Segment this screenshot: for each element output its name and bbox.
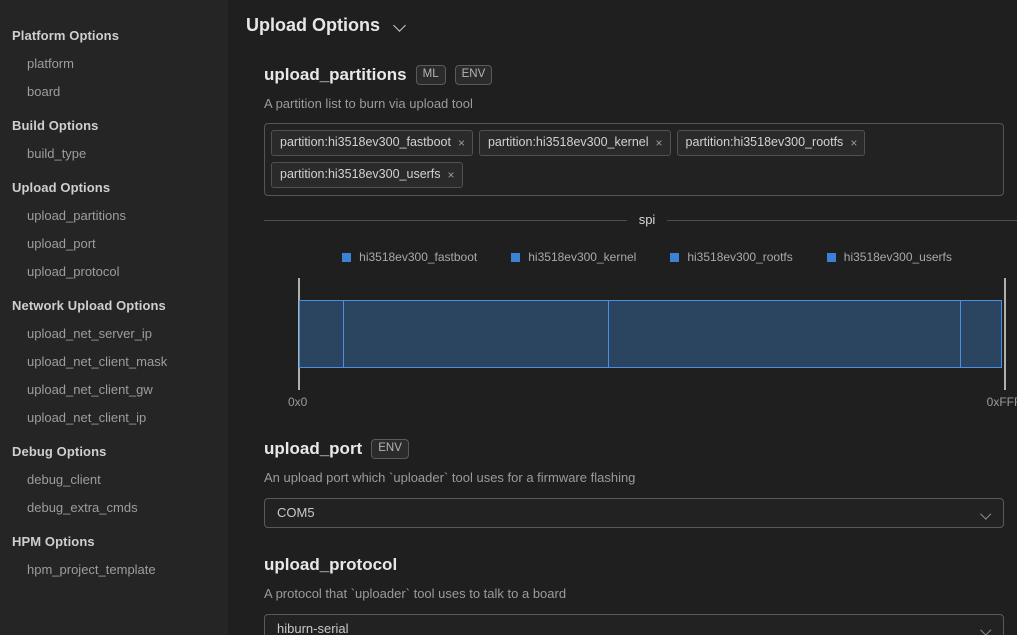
field-label: upload_partitions <box>264 65 407 84</box>
bar-segment-fastboot[interactable] <box>299 300 345 368</box>
legend-label: hi3518ev300_kernel <box>528 250 637 264</box>
sidebar-group-platform-options: Platform Options platform board <box>0 22 228 106</box>
legend-label: hi3518ev300_fastboot <box>359 250 478 264</box>
chevron-down-icon[interactable] <box>981 510 992 517</box>
field-description: An upload port which `uploader` tool use… <box>264 470 636 485</box>
sidebar-group-network-upload-options: Network Upload Options upload_net_server… <box>0 292 228 432</box>
field-upload-protocol: upload_protocol A protocol that `uploade… <box>246 554 1007 635</box>
upload-protocol-select[interactable]: hiburn-serial <box>264 614 1004 635</box>
close-icon[interactable]: × <box>458 137 465 149</box>
badge-env: ENV <box>371 439 409 459</box>
field-title-row: upload_partitions ML ENV <box>264 64 1007 86</box>
sidebar-item-upload-net-client-ip[interactable]: upload_net_client_ip <box>0 404 228 432</box>
tag-label: partition:hi3518ev300_userfs <box>280 167 441 181</box>
axis-label-end: 0xFFF... <box>986 395 1017 409</box>
chart-legend: hi3518ev300_fastboot hi3518ev300_kernel … <box>264 250 1017 265</box>
main-content: Upload Options upload_partitions ML ENV … <box>228 0 1017 635</box>
settings-window: Platform Options platform board Build Op… <box>0 0 1017 635</box>
sidebar-group-title: HPM Options <box>12 534 95 549</box>
field-title-row: upload_port ENV <box>264 438 1007 460</box>
page-title: Upload Options <box>246 15 380 35</box>
sidebar-group-title: Platform Options <box>12 28 120 43</box>
sidebar-item-hpm-project-template[interactable]: hpm_project_template <box>0 556 228 584</box>
chart-rule-left <box>264 219 627 221</box>
field-upload-partitions: upload_partitions ML ENV A partition lis… <box>246 64 1017 412</box>
legend-item-userfs[interactable]: hi3518ev300_userfs <box>826 250 952 265</box>
sidebar-item-upload-net-server-ip[interactable]: upload_net_server_ip <box>0 320 228 348</box>
bar-segment-kernel[interactable] <box>343 300 609 368</box>
chart-plot-area <box>264 278 1017 390</box>
bar-segment-rootfs[interactable] <box>607 300 961 368</box>
select-value: COM5 <box>277 505 315 520</box>
close-icon[interactable]: × <box>448 169 455 181</box>
field-description: A protocol that `uploader` tool uses to … <box>264 586 567 601</box>
upload-port-select[interactable]: COM5 <box>264 498 1004 528</box>
sidebar-item-upload-port[interactable]: upload_port <box>0 230 228 258</box>
bar-segment-userfs[interactable] <box>959 300 1002 368</box>
tag-partition-fastboot[interactable]: partition:hi3518ev300_fastboot × <box>271 130 473 156</box>
sidebar-item-debug-extra-cmds[interactable]: debug_extra_cmds <box>0 494 228 522</box>
partition-map-chart: spi hi3518ev300_fastboot hi3518ev300_ker… <box>264 212 1017 412</box>
sidebar-item-upload-partitions[interactable]: upload_partitions <box>0 202 228 230</box>
chevron-down-icon[interactable] <box>981 626 992 633</box>
sidebar-group-title: Build Options <box>12 118 99 133</box>
sidebar-group-hpm-options: HPM Options hpm_project_template <box>0 528 228 584</box>
sidebar-item-build-type[interactable]: build_type <box>0 140 228 168</box>
chart-axis-labels: 0x0 0xFFF... <box>264 394 1017 412</box>
legend-swatch-icon <box>826 253 836 262</box>
tag-label: partition:hi3518ev300_rootfs <box>685 135 844 149</box>
legend-label: hi3518ev300_userfs <box>843 250 952 264</box>
legend-swatch-icon <box>511 253 521 262</box>
sidebar-item-upload-net-client-gw[interactable]: upload_net_client_gw <box>0 376 228 404</box>
legend-swatch-icon <box>670 253 680 262</box>
legend-item-rootfs[interactable]: hi3518ev300_rootfs <box>670 250 793 265</box>
tag-partition-kernel[interactable]: partition:hi3518ev300_kernel × <box>478 130 671 156</box>
select-value: hiburn-serial <box>277 621 349 635</box>
legend-label: hi3518ev300_rootfs <box>687 250 793 264</box>
tag-partition-userfs[interactable]: partition:hi3518ev300_userfs × <box>271 162 463 188</box>
section-header-upload-options[interactable]: Upload Options <box>246 10 1007 38</box>
field-label: upload_port <box>264 439 363 458</box>
chevron-down-icon[interactable] <box>394 21 407 29</box>
sidebar-item-debug-client[interactable]: debug_client <box>0 466 228 494</box>
sidebar-group-build-options: Build Options build_type <box>0 112 228 168</box>
sidebar-group-title: Network Upload Options <box>12 298 166 313</box>
tag-label: partition:hi3518ev300_fastboot <box>280 135 451 149</box>
upload-partitions-tag-input[interactable]: partition:hi3518ev300_fastboot × partiti… <box>264 123 1004 196</box>
close-icon[interactable]: × <box>850 137 857 149</box>
field-description: A partition list to burn via upload tool <box>264 96 473 111</box>
field-title-row: upload_protocol <box>264 554 1007 576</box>
sidebar-group-upload-options: Upload Options upload_partitions upload_… <box>0 174 228 286</box>
sidebar-item-upload-net-client-mask[interactable]: upload_net_client_mask <box>0 348 228 376</box>
sidebar-item-board[interactable]: board <box>0 78 228 106</box>
sidebar-group-title: Debug Options <box>12 444 107 459</box>
chart-title: spi <box>638 212 656 227</box>
field-label: upload_protocol <box>264 555 398 574</box>
sidebar-item-platform[interactable]: platform <box>0 50 228 78</box>
legend-swatch-icon <box>342 253 352 262</box>
chart-title-row: spi <box>264 212 1017 228</box>
legend-item-kernel[interactable]: hi3518ev300_kernel <box>511 250 636 265</box>
chart-rule-right <box>667 219 1017 221</box>
close-icon[interactable]: × <box>656 137 663 149</box>
field-upload-port: upload_port ENV An upload port which `up… <box>246 438 1007 528</box>
sidebar-group-title: Upload Options <box>12 180 111 195</box>
badge-ml: ML <box>415 65 446 85</box>
badge-env: ENV <box>454 65 493 85</box>
sidebar-item-upload-protocol[interactable]: upload_protocol <box>0 258 228 286</box>
axis-label-start: 0x0 <box>288 395 308 409</box>
sidebar: Platform Options platform board Build Op… <box>0 0 228 635</box>
tag-partition-rootfs[interactable]: partition:hi3518ev300_rootfs × <box>676 130 866 156</box>
legend-item-fastboot[interactable]: hi3518ev300_fastboot <box>342 250 477 265</box>
sidebar-group-debug-options: Debug Options debug_client debug_extra_c… <box>0 438 228 522</box>
tag-label: partition:hi3518ev300_kernel <box>487 135 649 149</box>
stacked-bar <box>299 300 1005 368</box>
